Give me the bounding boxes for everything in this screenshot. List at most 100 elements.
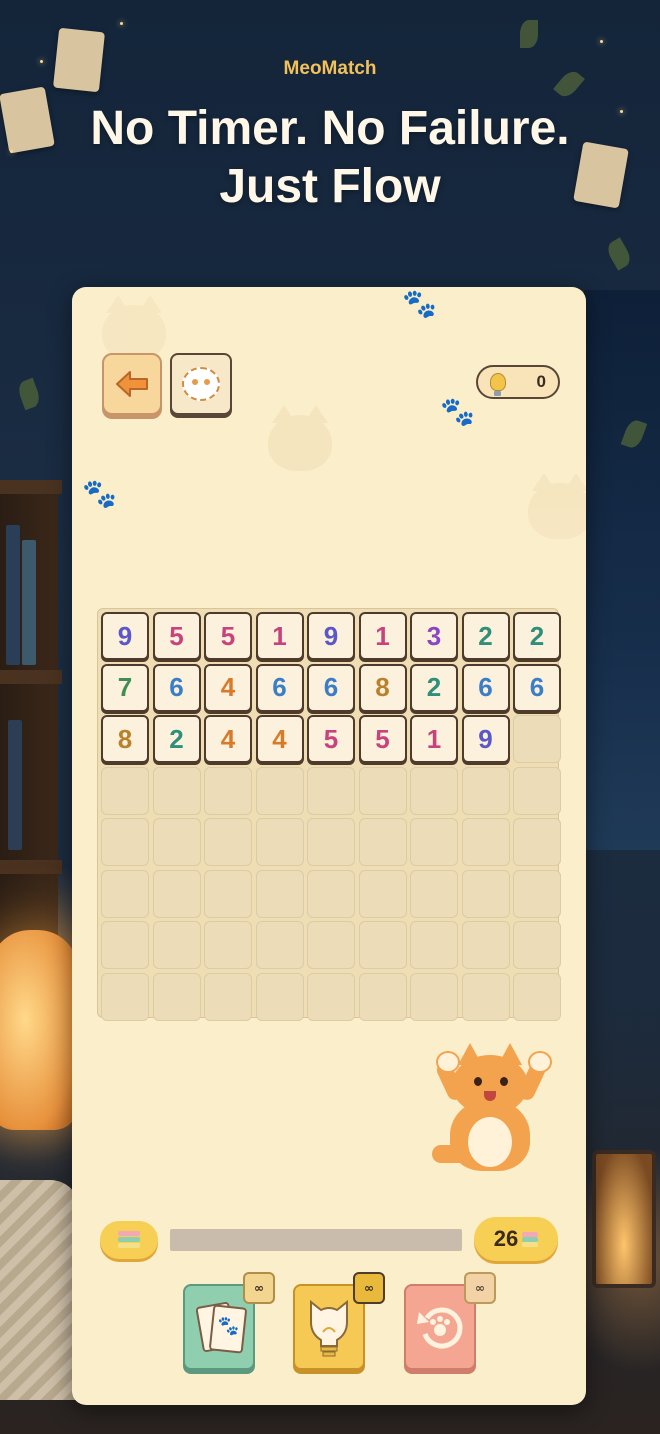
number-tile[interactable]: 2 (513, 612, 561, 660)
cat-mascot (432, 1043, 552, 1177)
coin-counter: 26 (474, 1217, 558, 1261)
number-tile[interactable]: 9 (461, 715, 510, 763)
empty-cell (152, 972, 201, 1021)
hint-badge: ∞ (353, 1272, 385, 1304)
empty-cell (152, 921, 201, 969)
empty-cell (513, 972, 561, 1021)
lamp-decoration (0, 930, 78, 1130)
coin-count: 26 (493, 1226, 519, 1251)
number-tile[interactable]: 4 (255, 715, 304, 763)
number-tile[interactable]: 6 (307, 663, 355, 712)
number-tile[interactable]: 6 (513, 663, 561, 712)
cat-bulb-icon (310, 1299, 348, 1357)
light-decoration (600, 40, 603, 43)
empty-cell (152, 818, 201, 866)
cake-stack-icon (118, 1231, 140, 1249)
number-tile[interactable]: 5 (204, 612, 252, 660)
empty-cell (204, 869, 252, 918)
empty-cell (461, 818, 510, 866)
empty-cell (513, 766, 561, 815)
empty-cell (307, 972, 355, 1021)
number-tile[interactable]: 4 (204, 663, 252, 712)
number-tile[interactable]: 1 (358, 612, 407, 660)
light-decoration (120, 22, 123, 25)
empty-cell (307, 921, 355, 969)
empty-cell (513, 818, 561, 866)
shelf-board (0, 670, 62, 684)
empty-cell (461, 869, 510, 918)
empty-cell (255, 921, 304, 969)
empty-cell (101, 972, 149, 1021)
leaf-decoration (520, 20, 538, 48)
number-tile[interactable]: 6 (152, 663, 201, 712)
hint-counter: 0 (476, 365, 560, 399)
empty-cell (410, 972, 458, 1021)
number-tile[interactable]: 6 (255, 663, 304, 712)
number-tile[interactable]: 5 (152, 612, 201, 660)
blanket-decoration (0, 1180, 80, 1400)
empty-cell (410, 921, 458, 969)
number-tile[interactable]: 2 (152, 715, 201, 763)
paw-print-decoration: 🐾 (440, 395, 475, 428)
number-tile[interactable]: 7 (101, 663, 149, 712)
empty-cell (307, 869, 355, 918)
empty-cell (204, 972, 252, 1021)
cat-profile-button[interactable] (170, 353, 232, 415)
empty-cell (255, 766, 304, 815)
undo-paw-icon (417, 1307, 463, 1349)
number-tile[interactable]: 8 (101, 715, 149, 763)
number-tile[interactable]: 2 (461, 612, 510, 660)
empty-cell (461, 921, 510, 969)
empty-cell (410, 818, 458, 866)
empty-cell (307, 766, 355, 815)
empty-cell (101, 869, 149, 918)
headline: No Timer. No Failure. Just Flow (0, 100, 660, 216)
book-decoration (22, 540, 36, 665)
cat-watermark-decoration (268, 405, 332, 471)
number-tile[interactable]: 1 (410, 715, 458, 763)
empty-cell (513, 869, 561, 918)
undo-badge: ∞ (464, 1272, 496, 1304)
cards-badge: ∞ (243, 1272, 275, 1304)
number-tile[interactable]: 9 (307, 612, 355, 660)
cake-stack-icon (522, 1232, 539, 1247)
empty-cell (101, 921, 149, 969)
number-tile[interactable]: 5 (358, 715, 407, 763)
number-tile[interactable]: 5 (307, 715, 355, 763)
number-tile[interactable]: 2 (410, 663, 458, 712)
window-decoration (576, 290, 660, 850)
number-tile[interactable]: 6 (461, 663, 510, 712)
number-board: 95519132276466826682445519 (97, 608, 561, 1021)
back-button[interactable] (102, 353, 162, 415)
reward-badge (100, 1221, 158, 1259)
empty-cell (255, 818, 304, 866)
empty-cell (358, 972, 407, 1021)
empty-cell (101, 766, 149, 815)
lightbulb-icon (490, 373, 506, 396)
book-decoration (6, 525, 20, 665)
empty-cell (461, 766, 510, 815)
empty-cell (255, 972, 304, 1021)
shelf-board (0, 480, 62, 494)
add-numbers-button[interactable]: 🐾 ∞ (183, 1272, 275, 1370)
empty-cell (358, 921, 407, 969)
empty-cell (152, 869, 201, 918)
number-tile[interactable]: 3 (410, 612, 458, 660)
number-tile[interactable]: 1 (255, 612, 304, 660)
book-decoration (8, 720, 22, 850)
empty-cell (255, 869, 304, 918)
number-tile[interactable]: 4 (204, 715, 252, 763)
number-tile[interactable]: 8 (358, 663, 407, 712)
empty-cell (358, 869, 407, 918)
empty-cell (358, 818, 407, 866)
cat-avatar-icon (182, 367, 220, 401)
undo-button[interactable]: ∞ (404, 1272, 496, 1370)
empty-cell (410, 869, 458, 918)
lantern-decoration (592, 1150, 656, 1288)
number-tile[interactable]: 9 (101, 612, 149, 660)
hint-button[interactable]: ∞ (293, 1272, 385, 1370)
paw-print-decoration: 🐾 (82, 477, 117, 510)
game-panel: 🐾 🐾 🐾 0 95519132276466826682445519 26 🐾 … (72, 287, 586, 1405)
empty-cell (101, 818, 149, 866)
empty-cell (513, 921, 561, 969)
